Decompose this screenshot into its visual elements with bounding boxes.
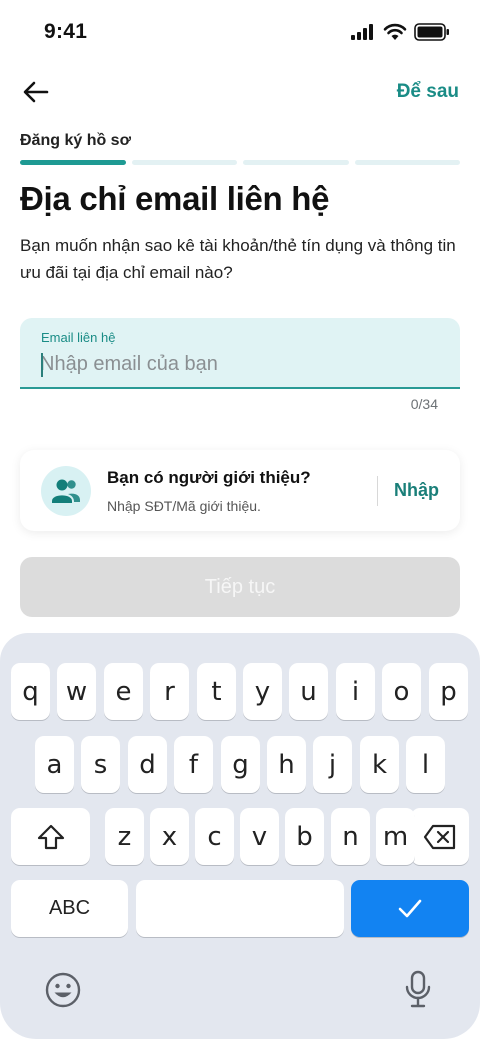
key-n[interactable]: n [331,808,370,865]
onscreen-keyboard: ABC qwertyuiop asdfghjkl zxcvbnm [0,633,480,1039]
checkmark-icon [398,899,422,917]
abc-key[interactable]: ABC [11,880,128,937]
wifi-icon [383,23,407,40]
progress-segment [20,160,126,165]
key-i[interactable]: i [336,663,375,720]
referral-card: Bạn có người giới thiệu? Nhập SĐT/Mã giớ… [20,450,460,531]
key-r[interactable]: r [150,663,189,720]
key-m[interactable]: m [376,808,415,865]
progress-segment [131,160,237,165]
backspace-icon [423,824,456,849]
backspace-key[interactable] [411,808,469,865]
key-u[interactable]: u [289,663,328,720]
back-arrow-icon[interactable] [20,78,52,106]
key-k[interactable]: k [360,736,399,793]
key-f[interactable]: f [174,736,213,793]
continue-button[interactable]: Tiếp tục [20,557,460,617]
battery-icon [414,23,449,41]
referral-avatar [41,466,91,516]
character-counter: 0/34 [410,396,438,412]
page-title: Địa chỉ email liên hệ [20,180,330,217]
progress-segment [243,160,349,165]
page-description: Bạn muốn nhận sao kê tài khoản/thẻ tín d… [20,236,456,282]
done-key[interactable] [351,880,469,937]
key-t[interactable]: t [197,663,236,720]
shift-icon [37,824,64,849]
key-o[interactable]: o [382,663,421,720]
key-q[interactable]: q [11,663,50,720]
key-x[interactable]: x [150,808,189,865]
enter-referral-button[interactable]: Nhập [394,480,439,501]
key-j[interactable]: j [313,736,352,793]
email-input[interactable] [40,348,440,380]
referral-divider [377,476,378,506]
referral-title: Bạn có người giới thiệu? [107,468,311,487]
shift-key[interactable] [11,808,90,865]
key-y[interactable]: y [243,663,282,720]
users-icon [52,479,80,503]
key-c[interactable]: c [195,808,234,865]
key-g[interactable]: g [221,736,260,793]
progress-segment [354,160,460,165]
key-e[interactable]: e [104,663,143,720]
email-field[interactable]: Email liên hệ [20,318,460,389]
key-d[interactable]: d [128,736,167,793]
referral-subtitle: Nhập SĐT/Mã giới thiệu. [107,498,261,514]
step-label: Đăng ký hồ sơ [20,132,131,149]
key-l[interactable]: l [406,736,445,793]
text-cursor [41,353,43,377]
key-h[interactable]: h [267,736,306,793]
status-time: 9:41 [44,20,88,43]
key-b[interactable]: b [285,808,324,865]
app-screen: 9:41 Để sau Đăng ký hồ sơ Địa chỉ email … [0,0,480,1039]
status-bar: 9:41 [0,0,480,64]
key-p[interactable]: p [429,663,468,720]
key-s[interactable]: s [81,736,120,793]
key-a[interactable]: a [35,736,74,793]
later-button[interactable]: Để sau [397,81,459,103]
key-w[interactable]: w [57,663,96,720]
progress-bar [20,160,460,166]
space-key[interactable] [136,880,344,937]
key-z[interactable]: z [105,808,144,865]
email-field-label: Email liên hệ [41,330,116,345]
key-v[interactable]: v [240,808,279,865]
microphone-icon[interactable] [403,969,433,1009]
cellular-signal-icon [351,24,373,40]
emoji-icon[interactable] [44,971,82,1009]
